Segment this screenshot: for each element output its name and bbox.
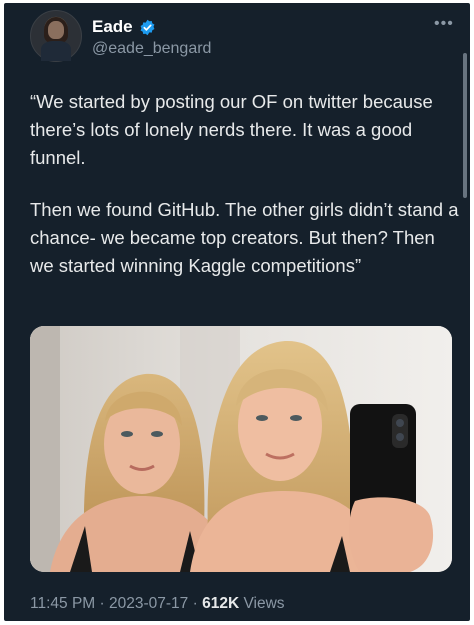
tweet-media-photo[interactable] xyxy=(30,326,452,572)
views-count[interactable]: 612K xyxy=(202,595,239,612)
views-label: Views xyxy=(243,595,285,612)
more-options-icon[interactable]: ••• xyxy=(434,15,454,33)
scrollbar[interactable] xyxy=(463,53,467,198)
avatar-face xyxy=(48,21,64,39)
author-name[interactable]: Eade xyxy=(92,17,133,37)
author-handle[interactable]: @eade_bengard xyxy=(92,40,211,58)
avatar-body xyxy=(41,41,71,61)
tweet-text: “We started by posting our OF on twitter… xyxy=(30,88,462,304)
tweet-meta: 11:45 PM · 2023-07-17 · 612K Views xyxy=(30,595,285,613)
avatar[interactable] xyxy=(30,10,82,62)
tweet-paragraph-2: Then we found GitHub. The other girls di… xyxy=(30,199,459,276)
verified-badge-icon xyxy=(140,19,155,35)
tweet-paragraph-1: “We started by posting our OF on twitter… xyxy=(30,91,433,168)
meta-separator: · xyxy=(99,595,105,612)
tweet-time[interactable]: 11:45 PM xyxy=(30,595,95,612)
tweet-date[interactable]: 2023-07-17 xyxy=(109,595,188,612)
author-name-row: Eade xyxy=(92,17,156,37)
meta-separator: · xyxy=(192,595,198,612)
tweet-card: Eade @eade_bengard ••• “We started by po… xyxy=(4,3,470,621)
photo-illustration xyxy=(30,326,452,572)
